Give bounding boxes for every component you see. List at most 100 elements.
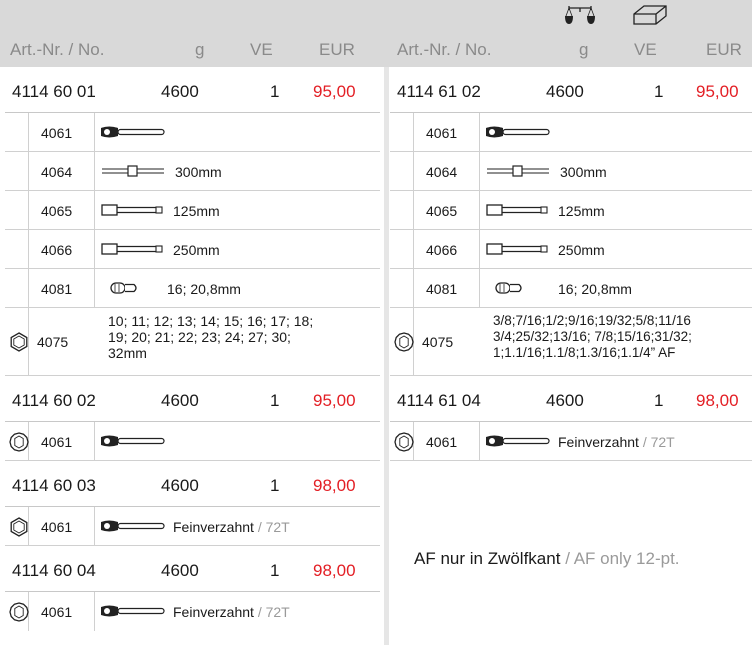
component-row: 4064 300mm (390, 152, 752, 191)
article-price: 95,00 (313, 391, 356, 410)
box-icon (633, 5, 667, 25)
article-ve: 1 (270, 561, 280, 580)
socket-sizes-line: 19; 20; 21; 22; 23; 24; 27; 30; (108, 329, 291, 345)
component-row: 4061 (390, 113, 752, 152)
component-number: 4081 (426, 281, 458, 297)
component-number: 4075 (37, 334, 69, 350)
right-column: 4114 61 02 4600 1 95,00 4061 4064 300mm … (390, 67, 752, 461)
component-row: 4061 Feinverzahnt / 72T (390, 422, 752, 461)
article-weight: 4600 (161, 561, 199, 580)
article-weight: 4600 (161, 391, 199, 410)
component-desc: 125mm (173, 203, 220, 219)
ratchet-icon (100, 126, 166, 138)
hexagon-12pt-icon (9, 602, 29, 622)
article-price: 95,00 (313, 82, 356, 101)
article-number: 4114 61 04 (397, 391, 481, 410)
component-row: 4065 125mm (5, 191, 380, 230)
footnote-de: AF nur in Zwölfkant (414, 549, 561, 568)
component-desc: 16; 20,8mm (558, 281, 632, 297)
socket-sizes-line: 3/4;25/32;13/16; 7/8;15/16;31/32; (493, 329, 692, 344)
component-row: 4066 250mm (390, 230, 752, 269)
article-number: 4114 61 02 (397, 82, 481, 101)
component-row: 4064 300mm (5, 152, 380, 191)
component-number: 4066 (41, 242, 73, 258)
component-desc: 16; 20,8mm (167, 281, 241, 297)
article-weight: 4600 (546, 391, 584, 410)
article-ve: 1 (270, 391, 280, 410)
hexagon-12pt-icon (9, 432, 29, 452)
component-row: 4065 125mm (390, 191, 752, 230)
column-separator (384, 67, 389, 645)
component-row: 4061 (5, 422, 380, 461)
article-price: 98,00 (696, 391, 739, 410)
component-desc-de: Feinverzahnt (173, 604, 254, 620)
hexagon-6pt-icon (9, 517, 29, 537)
socket-sizes-line: 1;1.1/16;1.1/8;1.3/16;1.1/4” AF (493, 345, 676, 360)
component-row: 4075 3/8;7/16;1/2;9/16;19/32;5/8;11/16 3… (390, 308, 752, 376)
article-weight: 4600 (546, 82, 584, 101)
hexagon-12pt-icon (394, 432, 414, 452)
article-row: 4114 60 04 4600 1 98,00 (5, 546, 380, 592)
component-row: 4061 Feinverzahnt / 72T (5, 507, 380, 546)
hexagon-6pt-icon (9, 332, 29, 352)
ratchet-icon (100, 520, 166, 532)
article-number: 4114 60 04 (12, 561, 96, 580)
hexagon-12pt-icon (394, 332, 414, 352)
header-eur: EUR (319, 40, 355, 59)
component-number: 4065 (426, 203, 458, 219)
component-desc: 250mm (173, 242, 220, 258)
article-row: 4114 61 02 4600 1 95,00 (390, 67, 752, 113)
article-weight: 4600 (161, 476, 199, 495)
component-desc-de: Feinverzahnt (173, 519, 254, 535)
header-eur-right: EUR (706, 40, 742, 59)
component-desc: Feinverzahnt / 72T (173, 604, 290, 620)
ratchet-icon (100, 605, 166, 617)
header-ve-right: VE (634, 40, 657, 59)
component-row: 4081 16; 20,8mm (390, 269, 752, 308)
ratchet-icon (100, 435, 166, 447)
component-number: 4065 (41, 203, 73, 219)
component-row: 4061 (5, 113, 380, 152)
tbar-icon (100, 165, 166, 177)
article-ve: 1 (270, 82, 280, 101)
component-desc: 300mm (175, 164, 222, 180)
header-artnr: Art.-Nr. / No. (10, 40, 105, 59)
footnote: AF nur in Zwölfkant / AF only 12-pt. (414, 549, 680, 569)
article-price: 98,00 (313, 476, 356, 495)
article-number: 4114 60 02 (12, 391, 96, 410)
component-desc-de: Feinverzahnt (558, 434, 639, 450)
component-number: 4061 (41, 434, 73, 450)
component-number: 4061 (41, 604, 73, 620)
component-number: 4075 (422, 334, 454, 350)
component-number: 4061 (41, 125, 73, 141)
article-row: 4114 60 01 4600 1 95,00 (5, 67, 380, 113)
component-number: 4081 (41, 281, 73, 297)
socket-adapter-icon (494, 281, 524, 295)
article-row: 4114 60 03 4600 1 98,00 (5, 461, 380, 507)
socket-sizes-line: 10; 11; 12; 13; 14; 15; 16; 17; 18; (108, 313, 314, 329)
component-number: 4064 (426, 164, 458, 180)
article-price: 95,00 (696, 82, 739, 101)
extension-bar-icon (100, 204, 166, 216)
component-desc-en: / 72T (257, 519, 290, 535)
component-row: 4061 Feinverzahnt / 72T (5, 592, 380, 631)
article-ve: 1 (654, 82, 664, 101)
article-number: 4114 60 01 (12, 82, 96, 101)
header-weight: g (195, 40, 205, 59)
header-artnr-right: Art.-Nr. / No. (397, 40, 492, 59)
component-number: 4064 (41, 164, 73, 180)
extension-bar-icon (100, 243, 166, 255)
article-number: 4114 60 03 (12, 476, 96, 495)
socket-adapter-icon (109, 281, 139, 295)
component-desc: 125mm (558, 203, 605, 219)
component-desc-en: / 72T (642, 434, 675, 450)
component-number: 4061 (426, 125, 458, 141)
article-row: 4114 60 02 4600 1 95,00 (5, 376, 380, 422)
header-weight-right: g (579, 40, 589, 59)
article-ve: 1 (654, 391, 664, 410)
component-number: 4061 (41, 519, 73, 535)
component-desc: Feinverzahnt / 72T (558, 434, 675, 450)
extension-bar-icon (485, 204, 551, 216)
table-header: Art.-Nr. / No. g VE EUR Art.-Nr. / No. g… (0, 0, 752, 67)
component-row: 4081 16; 20,8mm (5, 269, 380, 308)
